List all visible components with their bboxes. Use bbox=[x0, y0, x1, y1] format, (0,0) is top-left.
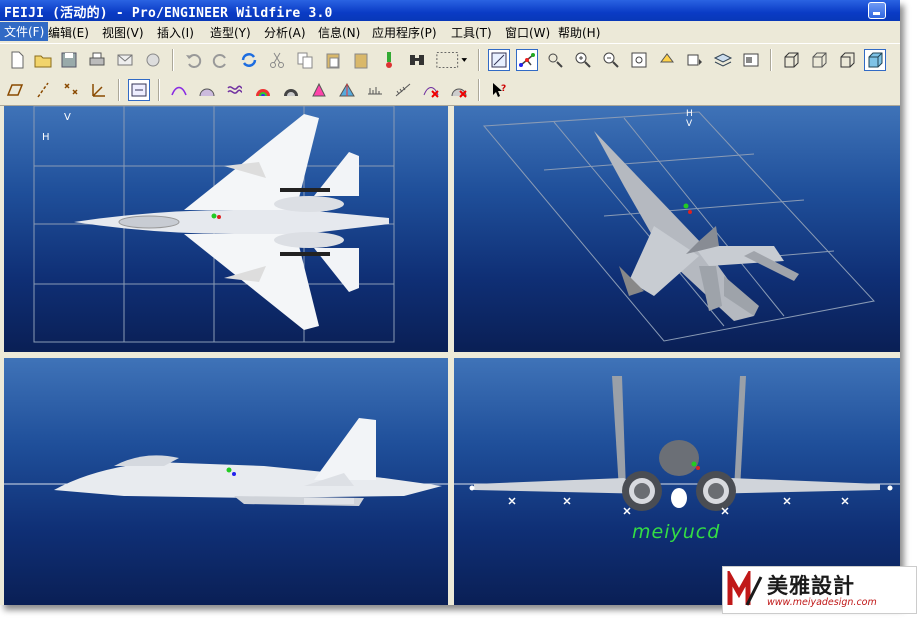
redo-icon[interactable] bbox=[210, 49, 232, 71]
axis-label-v: V bbox=[64, 112, 71, 123]
minimize-button[interactable] bbox=[868, 2, 886, 19]
menu-model[interactable]: 造型(Y) bbox=[210, 24, 251, 41]
email-icon[interactable] bbox=[114, 49, 136, 71]
orient-mode-icon[interactable] bbox=[544, 49, 566, 71]
delete-analysis-icon[interactable] bbox=[420, 79, 442, 101]
saved-views-icon[interactable] bbox=[684, 49, 706, 71]
viewport-top-view[interactable]: H V bbox=[4, 106, 448, 352]
hidden-line-icon[interactable] bbox=[808, 49, 830, 71]
curvature-icon[interactable] bbox=[168, 79, 190, 101]
shading-icon[interactable] bbox=[864, 49, 886, 71]
viewport-isometric-view[interactable]: H V bbox=[454, 106, 900, 352]
window-title: FEIJI (活动的) - Pro/ENGINEER Wildfire 3.0 bbox=[4, 6, 333, 21]
menu-file[interactable]: 文件(F) bbox=[0, 22, 49, 41]
find-icon[interactable] bbox=[406, 49, 428, 71]
refit-icon[interactable] bbox=[628, 49, 650, 71]
menu-insert[interactable]: 插入(I) bbox=[157, 24, 194, 41]
view-manager-icon[interactable] bbox=[740, 49, 762, 71]
zoom-out-icon[interactable] bbox=[600, 49, 622, 71]
toolbar-separator bbox=[478, 49, 480, 71]
aircraft-side-view bbox=[54, 418, 442, 506]
reflection-icon[interactable] bbox=[280, 79, 302, 101]
menu-window[interactable]: 窗口(W) bbox=[505, 24, 550, 41]
menu-help[interactable]: 帮助(H) bbox=[558, 24, 600, 41]
coordinate-system-display-icon[interactable] bbox=[88, 79, 110, 101]
title-bar: FEIJI (活动的) - Pro/ENGINEER Wildfire 3.0 bbox=[0, 0, 900, 21]
spin-center-icon[interactable] bbox=[516, 49, 538, 71]
no-hidden-icon[interactable] bbox=[836, 49, 858, 71]
new-file-icon[interactable] bbox=[6, 49, 28, 71]
iso-axis-label-h: H bbox=[686, 109, 693, 119]
datum-plane-display-icon[interactable] bbox=[4, 79, 26, 101]
watermark: 美雅設計 www.meiyadesign.com bbox=[722, 566, 917, 614]
isometric-view-drawing: H V bbox=[482, 109, 875, 342]
top-view-drawing: H V bbox=[33, 106, 395, 343]
annotation-text: meiyucd bbox=[632, 521, 721, 543]
toolbar-separator bbox=[478, 79, 480, 101]
delete-all-analysis-icon[interactable] bbox=[448, 79, 470, 101]
annotation-display-icon[interactable] bbox=[128, 79, 150, 101]
zoom-in-icon[interactable] bbox=[572, 49, 594, 71]
dihedral-icon[interactable] bbox=[364, 79, 386, 101]
cut-icon[interactable] bbox=[266, 49, 288, 71]
aircraft-front-view bbox=[469, 376, 893, 515]
regenerate-icon[interactable] bbox=[238, 49, 260, 71]
sketch-view-icon[interactable] bbox=[488, 49, 510, 71]
aircraft-top-view bbox=[74, 114, 389, 330]
axis-label-h: H bbox=[42, 132, 50, 143]
viewport-area: H V H V meiyucd bbox=[0, 106, 900, 605]
main-toolbar bbox=[0, 43, 900, 76]
open-folder-icon[interactable] bbox=[32, 49, 54, 71]
datum-toolbar: ? bbox=[0, 75, 900, 106]
menu-bar: 文件(F) 编辑(E) 视图(V) 插入(I) 造型(Y) 分析(A) 信息(N… bbox=[0, 21, 900, 43]
shaded-curvature-icon[interactable] bbox=[252, 79, 274, 101]
copy-icon[interactable] bbox=[294, 49, 316, 71]
save-icon[interactable] bbox=[58, 49, 80, 71]
menu-info[interactable]: 信息(N) bbox=[318, 24, 360, 41]
undo-icon[interactable] bbox=[182, 49, 204, 71]
toolbar-separator bbox=[118, 79, 120, 101]
wireframe-icon[interactable] bbox=[780, 49, 802, 71]
iso-axis-label-v: V bbox=[686, 119, 693, 129]
brand-url: www.meiyadesign.com bbox=[767, 597, 877, 608]
context-help-icon[interactable]: ? bbox=[488, 79, 510, 101]
feature-curvature-icon[interactable] bbox=[392, 79, 414, 101]
menu-edit[interactable]: 编辑(E) bbox=[48, 24, 89, 41]
proe-window: FEIJI (活动的) - Pro/ENGINEER Wildfire 3.0 … bbox=[0, 0, 900, 605]
toolbar-separator bbox=[158, 79, 160, 101]
brand-logo-icon bbox=[727, 571, 763, 606]
toolbar-separator bbox=[172, 49, 174, 71]
menu-view[interactable]: 视图(V) bbox=[102, 24, 144, 41]
selection-filter-dropdown[interactable] bbox=[434, 49, 470, 71]
slope-icon[interactable] bbox=[336, 79, 358, 101]
paste-special-icon[interactable] bbox=[350, 49, 372, 71]
reorient-icon[interactable] bbox=[656, 49, 678, 71]
offset-icon[interactable] bbox=[224, 79, 246, 101]
datum-point-display-icon[interactable] bbox=[60, 79, 82, 101]
paste-icon[interactable] bbox=[322, 49, 344, 71]
menu-analysis[interactable]: 分析(A) bbox=[264, 24, 306, 41]
menu-tools[interactable]: 工具(T) bbox=[451, 24, 492, 41]
datum-axis-display-icon[interactable] bbox=[32, 79, 54, 101]
send-icon[interactable] bbox=[142, 49, 164, 71]
svg-text:?: ? bbox=[501, 84, 506, 94]
brand-name: 美雅設計 bbox=[767, 573, 855, 598]
layers-icon[interactable] bbox=[712, 49, 734, 71]
menu-applications[interactable]: 应用程序(P) bbox=[372, 24, 437, 41]
draft-icon[interactable] bbox=[308, 79, 330, 101]
toolbar-separator bbox=[770, 49, 772, 71]
viewport-side-view[interactable] bbox=[4, 358, 448, 605]
side-view-drawing bbox=[4, 418, 448, 506]
section-icon[interactable] bbox=[196, 79, 218, 101]
print-icon[interactable] bbox=[86, 49, 108, 71]
model-player-icon[interactable] bbox=[378, 49, 400, 71]
